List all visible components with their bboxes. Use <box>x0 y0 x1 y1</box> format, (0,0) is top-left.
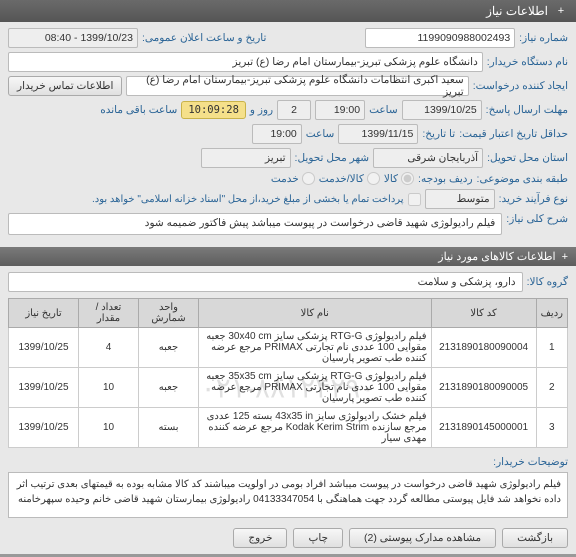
cell-name: فیلم خشک رادیولوژی سایز 43x35 in بسته 12… <box>199 408 432 448</box>
radio-mixed-input <box>367 172 380 185</box>
pub-datetime-field: 1399/10/23 - 08:40 <box>8 28 138 48</box>
cell-code: 2131890145000001 <box>431 408 536 448</box>
footer-buttons: بازگشت مشاهده مدارک پیوستی (2) چاپ خروج <box>0 522 576 554</box>
buyer-org-field: دانشگاه علوم پزشکی تبریز-بیمارستان امام … <box>8 52 483 72</box>
radio-mixed: کالا/خدمت <box>319 172 380 185</box>
purchase-type-field: متوسط <box>425 189 495 209</box>
goods-section-header: + اطلاعات کالاهای مورد نیاز <box>0 247 576 266</box>
lbl-buyer-org: نام دستگاه خریدار: <box>487 56 568 68</box>
cell-n: 3 <box>536 408 567 448</box>
table-header-row: ردیف کد کالا نام کالا واحد شمارش تعداد /… <box>9 299 568 328</box>
countdown-badge: 10:09:28 <box>181 101 246 119</box>
cell-code: 2131890180090004 <box>431 328 536 368</box>
exit-button[interactable]: خروج <box>233 528 287 548</box>
th-name: نام کالا <box>199 299 432 328</box>
cell-date: 1399/10/25 <box>9 408 79 448</box>
lbl-day: روز و <box>250 104 273 116</box>
cell-date: 1399/10/25 <box>9 368 79 408</box>
cell-n: 2 <box>536 368 567 408</box>
lbl-province: استان محل تحویل: <box>487 152 568 164</box>
lbl-buyer-notes: توضیحات خریدار: <box>493 456 568 468</box>
lbl-budget-row: ردیف بودجه: <box>418 173 473 185</box>
back-button[interactable]: بازگشت <box>502 528 568 548</box>
lbl-creator: ایجاد کننده درخواست: <box>473 80 568 92</box>
th-unit: واحد شمارش <box>139 299 199 328</box>
expand-icon-2[interactable]: + <box>562 251 568 263</box>
lbl-deadline: مهلت ارسال پاسخ: <box>486 104 568 116</box>
cell-n: 1 <box>536 328 567 368</box>
cell-unit: جعبه <box>139 328 199 368</box>
lbl-need-no: شماره نیاز: <box>519 32 568 44</box>
lbl-time2: ساعت <box>306 128 335 140</box>
province-field: آذربایجان شرقی <box>373 148 483 168</box>
attachments-button[interactable]: مشاهده مدارک پیوستی (2) <box>349 528 496 548</box>
cell-date: 1399/10/25 <box>9 328 79 368</box>
cell-name: فیلم رادیولوژی RTG-G پزشکی سایز 30x40 cm… <box>199 328 432 368</box>
table-row[interactable]: 12131890180090004فیلم رادیولوژی RTG-G پز… <box>9 328 568 368</box>
goods-group-field: دارو، پزشکی و سلامت <box>8 272 523 292</box>
lbl-until: تا تاریخ: <box>422 128 455 140</box>
cell-qty: 10 <box>79 368 139 408</box>
city-field: تبریز <box>201 148 291 168</box>
lbl-purchase-type: نوع فرآیند خرید: <box>499 193 568 205</box>
until-time-field: 19:00 <box>252 124 302 144</box>
table-row[interactable]: 32131890145000001فیلم خشک رادیولوژی سایز… <box>9 408 568 448</box>
treasury-checkbox <box>408 193 421 206</box>
contact-button[interactable]: اطلاعات تماس خریدار <box>8 76 122 96</box>
th-date: تاریخ نیاز <box>9 299 79 328</box>
goods-table: ردیف کد کالا نام کالا واحد شمارش تعداد /… <box>8 298 568 448</box>
days-remain-field: 2 <box>277 100 311 120</box>
lbl-budget-class: طبقه بندی موضوعی: <box>477 173 568 185</box>
cell-name: فیلم رادیولوژی RTG-G پزشکی سایز 35x35 cm… <box>199 368 432 408</box>
lbl-remain: ساعت باقی مانده <box>100 104 177 116</box>
cell-qty: 4 <box>79 328 139 368</box>
cell-unit: جعبه <box>139 368 199 408</box>
cell-unit: بسته <box>139 408 199 448</box>
radio-mixed-label: کالا/خدمت <box>319 173 364 185</box>
th-qty: تعداد / مقدار <box>79 299 139 328</box>
buyer-notes-box: فیلم رادیولوژی شهید قاضی درخواست در پیوس… <box>8 472 568 518</box>
window-title: اطلاعات نیاز <box>486 4 548 18</box>
creator-field: سعید اکبری انتظامات دانشگاه علوم پزشکی ت… <box>126 76 468 96</box>
expand-icon[interactable]: + <box>554 4 568 18</box>
lbl-main-desc: شرح کلی نیاز: <box>506 213 568 225</box>
goods-table-wrap: ۰۲۱-۸۸۱۲۴۲۹۰ ردیف کد کالا نام کالا واحد … <box>8 298 568 448</box>
deadline-time-field: 19:00 <box>315 100 365 120</box>
lbl-min-valid: حداقل تاریخ اعتبار قیمت: <box>459 128 568 140</box>
radio-service: خدمت <box>271 172 315 185</box>
cell-code: 2131890180090005 <box>431 368 536 408</box>
lbl-city: شهر محل تحویل: <box>295 152 370 164</box>
lbl-time1: ساعت <box>369 104 398 116</box>
lbl-goods-group: گروه کالا: <box>527 276 568 288</box>
th-code: کد کالا <box>431 299 536 328</box>
need-no-field: 1199090988002493 <box>365 28 515 48</box>
th-n: ردیف <box>536 299 567 328</box>
lbl-pub-datetime: تاریخ و ساعت اعلان عمومی: <box>142 32 266 44</box>
radio-service-label: خدمت <box>271 173 299 185</box>
goods-section-title: اطلاعات کالاهای مورد نیاز <box>438 250 555 263</box>
purchase-note: پرداخت تمام یا بخشی از مبلغ خرید،از محل … <box>92 194 404 205</box>
print-button[interactable]: چاپ <box>293 528 343 548</box>
table-row[interactable]: 22131890180090005فیلم رادیولوژی RTG-G پز… <box>9 368 568 408</box>
radio-goods: کالا <box>384 172 414 185</box>
until-date-field: 1399/11/15 <box>338 124 418 144</box>
radio-goods-input <box>401 172 414 185</box>
radio-service-input <box>302 172 315 185</box>
radio-goods-label: کالا <box>384 173 398 185</box>
deadline-date-field: 1399/10/25 <box>402 100 482 120</box>
cell-qty: 10 <box>79 408 139 448</box>
main-desc-field: فیلم رادیولوژی شهید قاضی درخواست در پیوس… <box>8 213 502 235</box>
titlebar: + اطلاعات نیاز <box>0 0 576 22</box>
